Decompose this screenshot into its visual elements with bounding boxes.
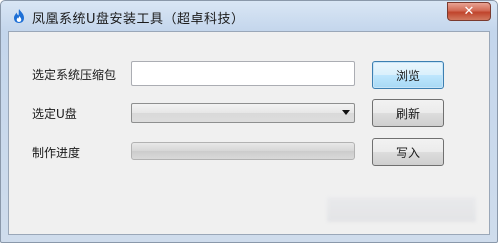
window-title: 凤凰系统U盘安装工具（超卓科技） [32,12,245,27]
status-area [327,197,476,222]
main-panel: 选定系统压缩包 浏览 选定U盘 刷新 制作进度 写入 [8,31,490,235]
browse-button[interactable]: 浏览 [372,61,444,89]
phoenix-flame-icon [11,8,27,24]
system-archive-path-input[interactable] [131,61,355,86]
chevron-down-icon [342,110,350,115]
close-button[interactable]: ✕ [447,2,491,21]
usb-drive-label: 选定U盘 [32,107,77,121]
system-archive-label: 选定系统压缩包 [32,68,117,82]
write-button[interactable]: 写入 [372,138,444,166]
title-bar[interactable]: 凤凰系统U盘安装工具（超卓科技） ✕ [1,1,497,31]
progress-label: 制作进度 [32,146,81,160]
progress-bar [131,142,355,160]
app-window: 凤凰系统U盘安装工具（超卓科技） ✕ 选定系统压缩包 浏览 选定U盘 刷新 制作… [0,0,498,243]
usb-drive-select[interactable] [131,103,355,123]
refresh-button[interactable]: 刷新 [372,99,444,127]
close-icon: ✕ [463,4,475,19]
